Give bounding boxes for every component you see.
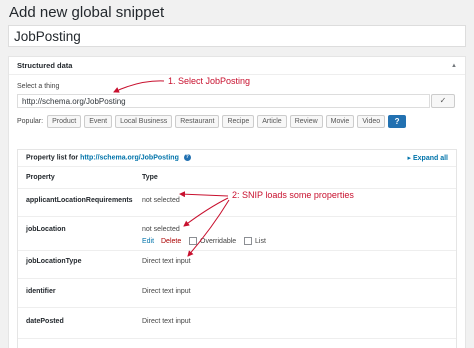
popular-restaurant[interactable]: Restaurant: [175, 115, 220, 128]
property-list-header: Property list for http://schema.org/JobP…: [18, 150, 456, 167]
divider: [18, 216, 456, 217]
property-list-title: Property list for http://schema.org/JobP…: [26, 154, 191, 162]
annotation-select-jobposting: 1. Select JobPosting: [168, 76, 251, 86]
divider: [18, 338, 456, 339]
popular-local-business[interactable]: Local Business: [115, 115, 173, 128]
checkmark-icon: ✓: [439, 96, 447, 105]
list-label: List: [255, 238, 266, 245]
column-property: Property: [26, 174, 55, 181]
column-type: Type: [142, 174, 158, 181]
property-type: Direct text input: [142, 258, 191, 265]
help-button[interactable]: ?: [388, 115, 407, 128]
property-list-prefix: Property list for: [26, 154, 79, 162]
divider: [18, 250, 456, 251]
list-checkbox[interactable]: [244, 237, 252, 245]
popular-article[interactable]: Article: [257, 115, 287, 128]
info-icon[interactable]: ?: [183, 154, 191, 162]
popular-video[interactable]: Video: [357, 115, 386, 128]
property-name: datePosted: [26, 318, 64, 325]
popular-movie[interactable]: Movie: [325, 115, 355, 128]
overridable-checkbox[interactable]: [189, 237, 197, 245]
property-name: applicantLocationRequirements: [26, 197, 133, 204]
expand-all-button[interactable]: ▸ Expand all: [408, 154, 448, 162]
structured-data-title: Structured data: [17, 61, 73, 70]
popular-row: Popular: Product Event Local Business Re…: [17, 115, 407, 128]
page-title: Add new global snippet: [9, 4, 165, 21]
annotation-snip-loads: 2: SNIP loads some properties: [232, 190, 354, 200]
property-list-panel: Property list for http://schema.org/JobP…: [17, 149, 457, 348]
popular-event[interactable]: Event: [84, 115, 113, 128]
overridable-label: Overridable: [200, 238, 237, 245]
property-name: jobLocation: [26, 226, 66, 233]
delete-link[interactable]: Delete: [161, 238, 181, 245]
divider: [18, 307, 456, 308]
popular-recipe[interactable]: Recipe: [222, 115, 255, 128]
select-thing-label: Select a thing: [17, 83, 60, 90]
divider: [18, 278, 456, 279]
expand-all-label: Expand all: [412, 155, 448, 162]
property-name: jobLocationType: [26, 258, 82, 265]
snippet-title-input[interactable]: JobPosting: [8, 25, 466, 47]
structured-data-header[interactable]: Structured data ▲: [9, 57, 465, 75]
structured-data-box: Structured data ▲ Select a thing http://…: [8, 56, 466, 348]
property-name: identifier: [26, 288, 56, 295]
property-type: Direct text input: [142, 318, 191, 325]
popular-product[interactable]: Product: [47, 115, 82, 128]
property-type: not selected: [142, 197, 180, 204]
edit-link[interactable]: Edit: [142, 238, 154, 245]
popular-label: Popular:: [17, 118, 44, 125]
thing-url-input[interactable]: http://schema.org/JobPosting: [17, 94, 430, 108]
property-type: not selected: [142, 226, 180, 233]
popular-review[interactable]: Review: [289, 115, 323, 128]
property-list-link[interactable]: http://schema.org/JobPosting: [80, 155, 179, 162]
apply-thing-button[interactable]: ✓: [431, 94, 455, 108]
property-type: Direct text input: [142, 288, 191, 295]
collapse-triangle-icon[interactable]: ▲: [451, 63, 457, 69]
divider: [18, 188, 456, 189]
